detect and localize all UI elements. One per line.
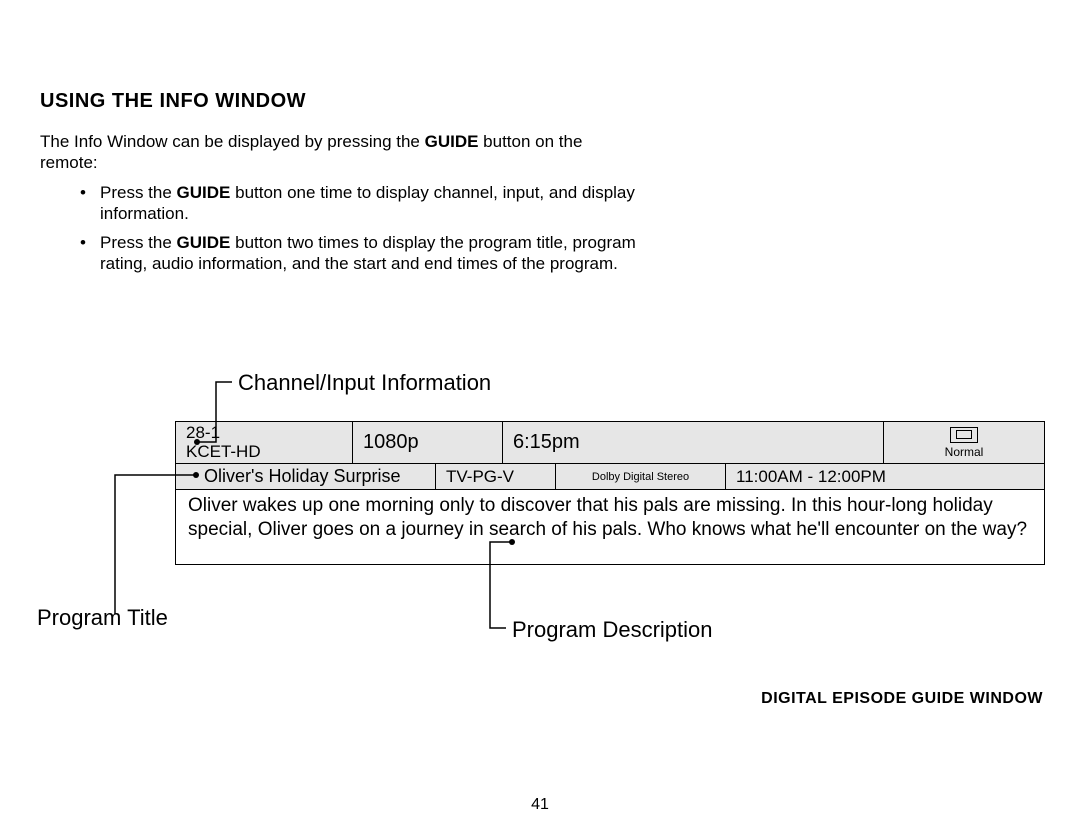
callout-desc-label: Program Description xyxy=(512,617,713,643)
bullet-list: Press the GUIDE button one time to displ… xyxy=(80,182,640,275)
audio-cell: Dolby Digital Stereo xyxy=(556,464,726,489)
channel-cell: 28-1 KCET-HD xyxy=(176,422,353,463)
intro-text-before: The Info Window can be displayed by pres… xyxy=(40,132,425,151)
program-title: Oliver's Holiday Surprise xyxy=(204,466,425,487)
clock-cell: 6:15pm xyxy=(503,422,884,463)
bullet-pre: Press the xyxy=(100,233,177,252)
info-window: 28-1 KCET-HD 1080p 6:15pm Normal Oliver'… xyxy=(175,421,1045,565)
aspect-ratio-icon xyxy=(950,427,978,443)
info-row-program: Oliver's Holiday Surprise TV-PG-V Dolby … xyxy=(176,464,1044,490)
rating-cell: TV-PG-V xyxy=(436,464,556,489)
channel-name: KCET-HD xyxy=(186,443,342,462)
bullet-item: Press the GUIDE button two times to disp… xyxy=(80,232,640,275)
resolution-cell: 1080p xyxy=(353,422,503,463)
info-row-channel: 28-1 KCET-HD 1080p 6:15pm Normal xyxy=(176,422,1044,464)
callout-channel-label: Channel/Input Information xyxy=(238,370,491,396)
page-number: 41 xyxy=(0,796,1080,814)
rating-value: TV-PG-V xyxy=(446,467,545,487)
figure-caption: DIGITAL EPISODE GUIDE WINDOW xyxy=(761,690,1043,708)
callout-title-label: Program Title xyxy=(37,605,168,631)
description-cell: Oliver wakes up one morning only to disc… xyxy=(176,490,1044,564)
time-range-cell: 11:00AM - 12:00PM xyxy=(726,464,1044,489)
audio-value: Dolby Digital Stereo xyxy=(592,471,689,483)
bullet-pre: Press the xyxy=(100,183,177,202)
guide-word: GUIDE xyxy=(425,132,479,151)
aspect-label: Normal xyxy=(945,445,984,459)
clock-value: 6:15pm xyxy=(513,431,873,454)
bullet-item: Press the GUIDE button one time to displ… xyxy=(80,182,640,225)
program-title-cell: Oliver's Holiday Surprise xyxy=(176,464,436,489)
bullet-bold: GUIDE xyxy=(177,233,231,252)
channel-number: 28-1 xyxy=(186,424,342,443)
bullet-bold: GUIDE xyxy=(177,183,231,202)
resolution-value: 1080p xyxy=(363,431,419,454)
section-heading: USING THE INFO WINDOW xyxy=(40,90,1040,113)
aspect-cell: Normal xyxy=(884,422,1044,463)
intro-paragraph: The Info Window can be displayed by pres… xyxy=(40,131,640,174)
program-description: Oliver wakes up one morning only to disc… xyxy=(188,495,1027,540)
time-range-value: 11:00AM - 12:00PM xyxy=(736,467,1034,487)
